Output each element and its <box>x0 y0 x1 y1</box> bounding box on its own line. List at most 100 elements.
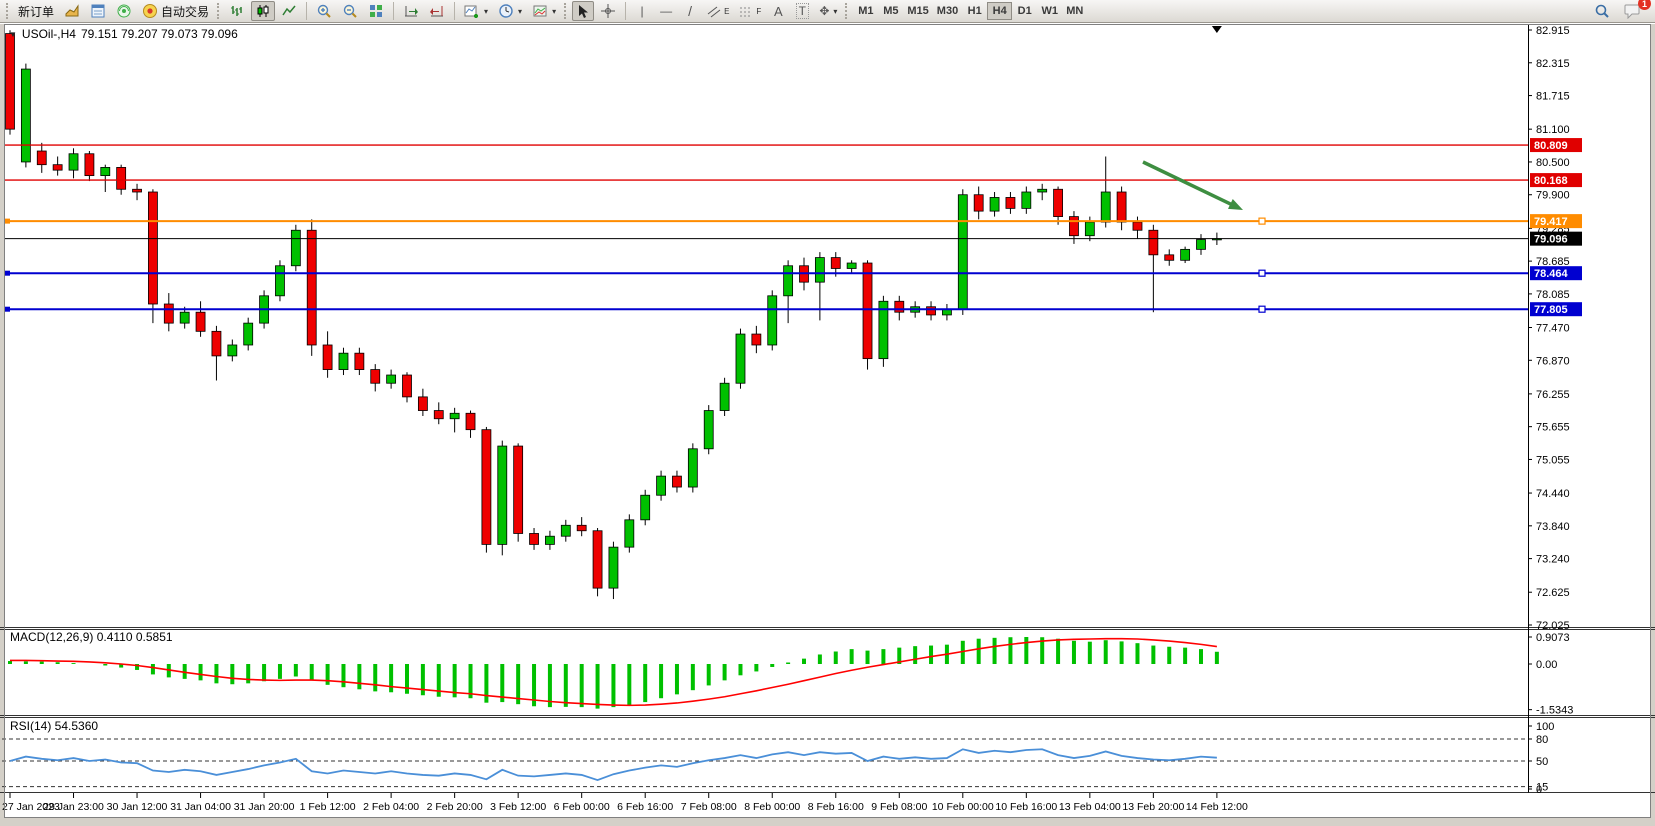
templates-button[interactable]: ▾ <box>528 1 560 21</box>
market-watch-icon <box>64 3 80 19</box>
crosshair-tool-button[interactable] <box>596 1 620 21</box>
candle-bear <box>1165 255 1174 260</box>
svg-text:78.085: 78.085 <box>1536 289 1570 301</box>
candle-bull <box>1197 240 1206 250</box>
candle-bull <box>847 263 856 268</box>
candle-bear <box>355 353 364 369</box>
candle-bear <box>164 304 173 323</box>
svg-text:6 Feb 16:00: 6 Feb 16:00 <box>617 801 673 813</box>
vertical-line-tool-button[interactable]: | <box>631 1 653 21</box>
candle-bear <box>133 189 142 192</box>
svg-text:3 Feb 12:00: 3 Feb 12:00 <box>490 801 546 813</box>
svg-text:75.055: 75.055 <box>1536 454 1570 466</box>
svg-text:72.025: 72.025 <box>1536 620 1570 632</box>
timeframe-mn[interactable]: MN <box>1062 2 1087 20</box>
notification-badge: 1 <box>1638 0 1651 10</box>
toolbar-separator <box>306 2 307 20</box>
new-order-button[interactable]: 新订单 <box>14 1 58 21</box>
candle-bull <box>498 446 507 544</box>
candle-bear <box>403 375 412 397</box>
svg-text:31 Jan 04:00: 31 Jan 04:00 <box>170 801 231 813</box>
market-watch-button[interactable] <box>60 1 84 21</box>
signals-button[interactable] <box>112 1 136 21</box>
indicators-button[interactable]: ▾ <box>460 1 492 21</box>
text-label-tool-button[interactable]: T <box>791 1 813 21</box>
chart-shift-button[interactable] <box>425 1 449 21</box>
cursor-tool-button[interactable] <box>572 1 594 21</box>
candle-bull <box>387 375 396 383</box>
candle-bull <box>180 312 189 323</box>
toolbar-grip[interactable] <box>564 3 568 19</box>
timeframe-d1[interactable]: D1 <box>1012 2 1037 20</box>
cursor-icon <box>576 4 590 19</box>
candle-bear <box>371 370 380 384</box>
svg-text:80: 80 <box>1536 734 1548 746</box>
bar-chart-button[interactable] <box>225 1 249 21</box>
hline-left-marker <box>5 307 10 312</box>
candlestick-chart-button[interactable] <box>251 1 275 21</box>
arrows-tool-button[interactable]: ✥ ▾ <box>815 1 841 21</box>
toolbar-grip[interactable] <box>217 3 221 19</box>
candle-bear <box>863 263 872 359</box>
candle-bear <box>196 312 205 331</box>
timeframe-h4[interactable]: H4 <box>987 2 1012 20</box>
hline-left-marker <box>5 271 10 276</box>
fibonacci-icon <box>739 5 753 18</box>
timeframe-h1[interactable]: H1 <box>962 2 987 20</box>
zoom-in-button[interactable] <box>312 1 336 21</box>
data-window-button[interactable] <box>86 1 110 21</box>
auto-scroll-button[interactable] <box>399 1 423 21</box>
candle-bull <box>1038 189 1047 192</box>
svg-text:2 Feb 20:00: 2 Feb 20:00 <box>427 801 483 813</box>
candle-bull <box>450 413 459 418</box>
svg-text:77.470: 77.470 <box>1536 323 1570 335</box>
fibonacci-tool-button[interactable]: F <box>735 1 765 21</box>
timeframe-m5[interactable]: M5 <box>878 2 903 20</box>
candle-bull <box>768 296 777 345</box>
candle-bull <box>657 476 666 495</box>
candle-bear <box>895 301 904 312</box>
timeframe-m30[interactable]: M30 <box>933 2 962 20</box>
timeframe-w1[interactable]: W1 <box>1037 2 1062 20</box>
trendline-tool-button[interactable]: / <box>679 1 701 21</box>
svg-text:8 Feb 16:00: 8 Feb 16:00 <box>808 801 864 813</box>
toolbar-grip[interactable] <box>6 3 10 19</box>
candle-bear <box>1069 217 1078 236</box>
search-icon <box>1594 3 1610 19</box>
hline-handle[interactable] <box>1259 306 1265 312</box>
timeframe-m1[interactable]: M1 <box>853 2 878 20</box>
candle-bear <box>1054 189 1063 216</box>
periods-button[interactable]: ▾ <box>494 1 526 21</box>
line-chart-button[interactable] <box>277 1 301 21</box>
horizontal-line-tool-button[interactable]: — <box>655 1 677 21</box>
hline-handle[interactable] <box>1259 270 1265 276</box>
crosshair-icon <box>600 3 616 19</box>
timeframe-m15[interactable]: M15 <box>903 2 932 20</box>
candle-bull <box>1022 192 1031 208</box>
candle-bear <box>212 331 221 356</box>
svg-text:75.655: 75.655 <box>1536 422 1570 434</box>
text-tool-button[interactable]: A <box>767 1 789 21</box>
candle-bear <box>323 345 332 370</box>
chart-canvas[interactable]: 82.91582.31581.71581.10080.50079.90079.2… <box>0 24 1655 826</box>
svg-text:78.464: 78.464 <box>1534 268 1569 280</box>
svg-text:77.805: 77.805 <box>1534 304 1568 316</box>
svg-text:50: 50 <box>1536 756 1548 768</box>
hline-handle[interactable] <box>1259 218 1265 224</box>
tile-windows-button[interactable] <box>364 1 388 21</box>
candle-bear <box>672 476 681 487</box>
new-order-label: 新订单 <box>18 3 54 20</box>
candle-bull <box>69 154 78 170</box>
candle-bull <box>625 520 634 547</box>
auto-trading-button[interactable]: 自动交易 <box>138 1 213 21</box>
search-button[interactable] <box>1590 1 1614 21</box>
line-chart-icon <box>281 4 297 18</box>
signal-icon <box>116 3 132 19</box>
zoom-out-button[interactable] <box>338 1 362 21</box>
candle-bull <box>228 345 237 356</box>
toolbar-grip[interactable] <box>845 3 849 19</box>
channel-tool-button[interactable]: E <box>703 1 733 21</box>
notifications-button[interactable]: 1 <box>1620 1 1645 21</box>
candle-bear <box>1133 222 1142 230</box>
candle-bear <box>530 533 539 544</box>
